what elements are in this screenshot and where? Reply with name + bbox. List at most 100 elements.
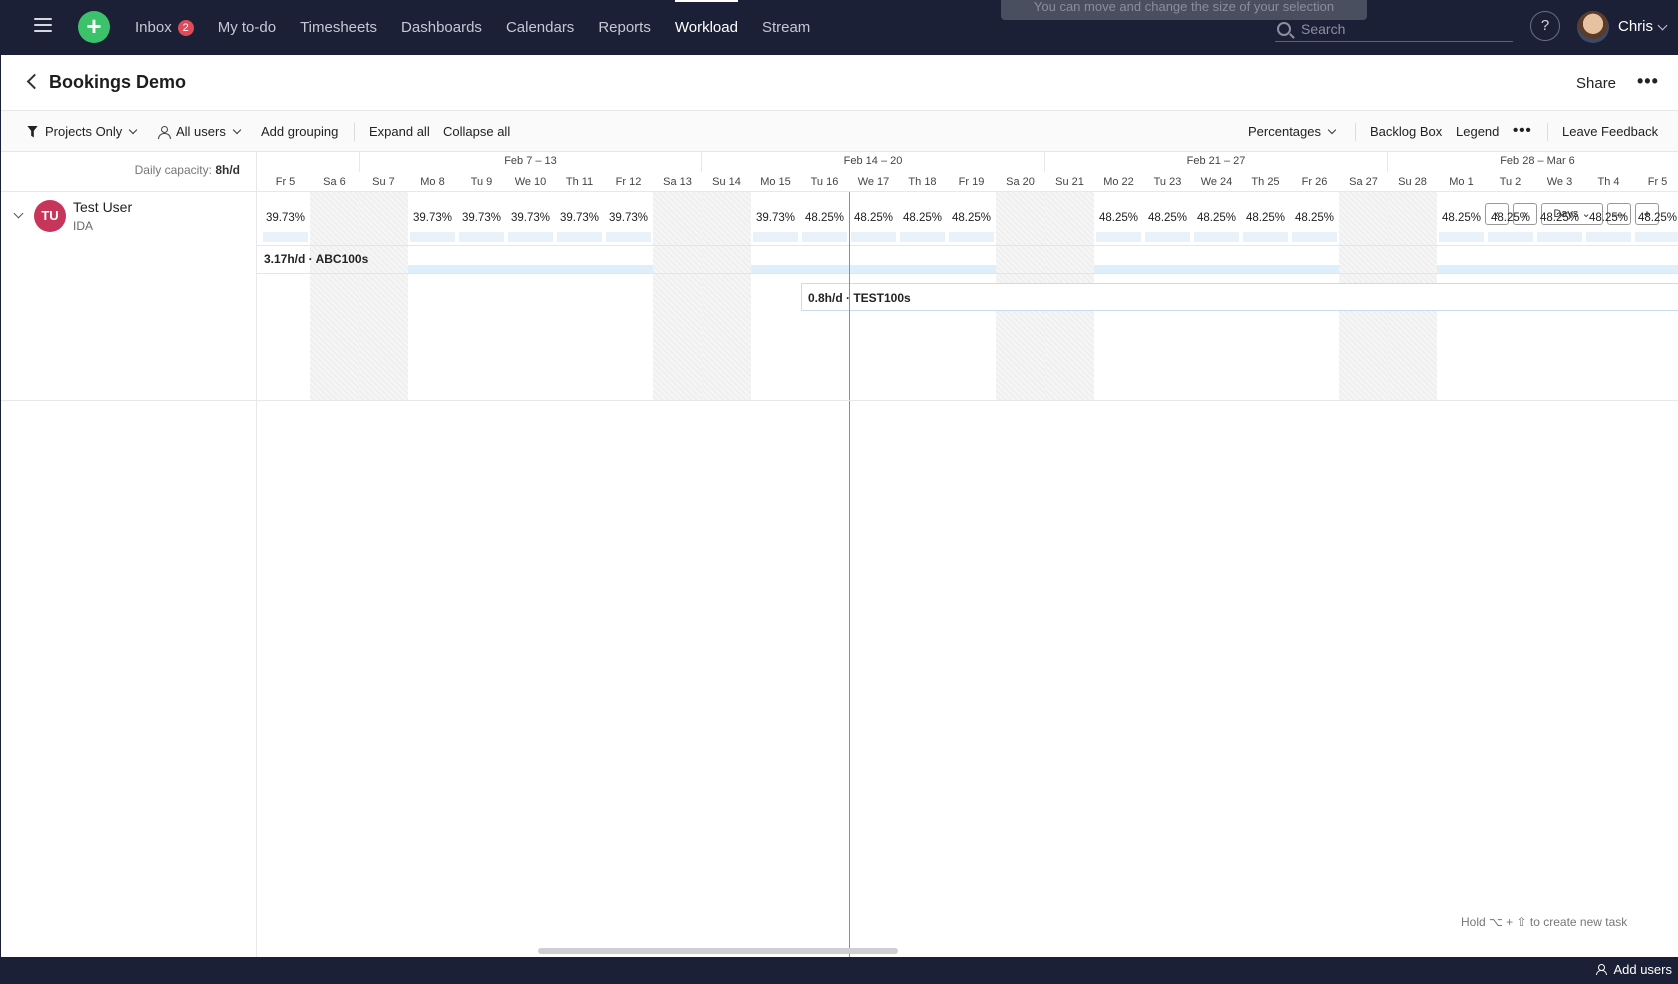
- week-header: Feb 14 – 20: [701, 152, 1044, 172]
- users-dropdown[interactable]: All users: [158, 124, 242, 139]
- help-button[interactable]: ?: [1530, 11, 1560, 41]
- create-new-button[interactable]: +: [78, 11, 110, 43]
- row-divider: [257, 245, 1678, 246]
- utilization-cell[interactable]: 48.25%: [800, 212, 849, 224]
- menu-icon[interactable]: [34, 18, 52, 32]
- search-box[interactable]: [1275, 16, 1513, 42]
- day-header: We 3: [1546, 176, 1573, 188]
- toolbar-more-icon[interactable]: •••: [1513, 123, 1532, 138]
- create-task-hint: Hold ⌥ + ⇧ to create new task: [1461, 915, 1628, 929]
- chevron-down-icon: [1327, 125, 1337, 134]
- backlog-box-button[interactable]: Backlog Box: [1370, 124, 1442, 139]
- resource-subtitle: IDA: [73, 219, 94, 233]
- legend-button[interactable]: Legend: [1456, 124, 1499, 139]
- capacity-bar: [1292, 232, 1337, 242]
- nav-workload[interactable]: Workload: [674, 0, 739, 55]
- add-users-button[interactable]: Add users: [1594, 962, 1672, 977]
- page-title: Bookings Demo: [49, 72, 187, 92]
- add-grouping-button[interactable]: Add grouping: [261, 124, 338, 139]
- day-header: Fr 12: [615, 176, 642, 188]
- day-header: We 17: [857, 176, 890, 188]
- allocation-bar[interactable]: [751, 265, 996, 273]
- week-header: Feb 28 – Mar 6: [1387, 152, 1678, 172]
- more-options-icon[interactable]: •••: [1637, 72, 1659, 90]
- filter-dropdown[interactable]: Projects Only: [27, 124, 138, 139]
- resource-name[interactable]: Test User: [73, 199, 132, 215]
- timeline-grid[interactable]: Feb 7 – 13 Feb 14 – 20 Feb 21 – 27 Feb 2…: [257, 152, 1678, 957]
- leave-feedback-button[interactable]: Leave Feedback: [1562, 124, 1658, 139]
- daily-capacity-label: Daily capacity:: [134, 163, 212, 177]
- nav-dashboards[interactable]: Dashboards: [401, 0, 482, 55]
- nav-inbox[interactable]: Inbox 2: [135, 0, 194, 55]
- capacity-bar: [1145, 232, 1190, 242]
- day-header: Mo 22: [1103, 176, 1134, 188]
- collapse-all-button[interactable]: Collapse all: [443, 124, 510, 139]
- utilization-cell[interactable]: 39.73%: [751, 212, 800, 224]
- nav-stream[interactable]: Stream: [762, 0, 810, 55]
- utilization-cell[interactable]: 48.25%: [1094, 212, 1143, 224]
- utilization-cell[interactable]: 39.73%: [261, 212, 310, 224]
- percentages-label: Percentages: [1248, 124, 1321, 139]
- header-divider: [257, 191, 1678, 192]
- day-header: Mo 1: [1449, 176, 1474, 188]
- expand-all-button[interactable]: Expand all: [369, 124, 430, 139]
- resource-row[interactable]: TU Test User IDA: [1, 192, 257, 246]
- workload-panel: Bookings Demo Share ••• Projects Only Al…: [1, 55, 1678, 957]
- task-allocation-label[interactable]: 3.17h/d · ABC100s: [264, 252, 368, 266]
- nav-timesheets[interactable]: Timesheets: [300, 0, 377, 55]
- utilization-cell[interactable]: 48.25%: [1633, 212, 1678, 224]
- filter-icon: [27, 125, 38, 138]
- toolbar-divider: [354, 123, 355, 141]
- weekend-column: [702, 192, 751, 400]
- day-header: Su 21: [1055, 176, 1084, 188]
- horizontal-scrollbar[interactable]: [538, 948, 898, 954]
- day-header: Su 28: [1398, 176, 1427, 188]
- allocation-bar[interactable]: [1437, 265, 1678, 273]
- utilization-cell[interactable]: 39.73%: [555, 212, 604, 224]
- utilization-cell[interactable]: 48.25%: [1535, 212, 1584, 224]
- search-input[interactable]: [1301, 20, 1501, 37]
- chevron-down-icon[interactable]: [1657, 20, 1668, 31]
- day-header: Su 14: [712, 176, 741, 188]
- capacity-bar: [900, 232, 945, 242]
- utilization-cell[interactable]: 39.73%: [604, 212, 653, 224]
- day-header: Th 4: [1597, 176, 1620, 188]
- day-header: Fr 5: [275, 176, 296, 188]
- task-allocation-bar[interactable]: 0.8h/d · TEST100s: [801, 283, 1678, 311]
- resource-column: Daily capacity: 8h/d TU Test User IDA: [1, 152, 257, 957]
- user-menu-name[interactable]: Chris: [1618, 18, 1653, 35]
- back-arrow-icon[interactable]: [26, 73, 43, 90]
- nav-calendars[interactable]: Calendars: [506, 0, 574, 55]
- weekend-column: [653, 192, 702, 400]
- day-header: Th 25: [1251, 176, 1280, 188]
- allocation-bar[interactable]: [408, 265, 653, 273]
- capacity-bar: [606, 232, 651, 242]
- utilization-cell[interactable]: 48.25%: [947, 212, 996, 224]
- today-marker: [849, 192, 850, 957]
- nav-reports[interactable]: Reports: [598, 0, 651, 55]
- capacity-bar: [1096, 232, 1141, 242]
- utilization-cell[interactable]: 48.25%: [1486, 212, 1535, 224]
- utilization-cell[interactable]: 48.25%: [1290, 212, 1339, 224]
- utilization-cell[interactable]: 48.25%: [1241, 212, 1290, 224]
- utilization-cell[interactable]: 48.25%: [1437, 212, 1486, 224]
- utilization-cell[interactable]: 48.25%: [898, 212, 947, 224]
- utilization-cell[interactable]: 48.25%: [1143, 212, 1192, 224]
- utilization-cell[interactable]: 39.73%: [408, 212, 457, 224]
- capacity-bar: [949, 232, 994, 242]
- user-icon: [158, 125, 171, 139]
- toolbar-divider: [1547, 123, 1548, 141]
- utilization-cell[interactable]: 48.25%: [849, 212, 898, 224]
- utilization-cell[interactable]: 48.25%: [1584, 212, 1633, 224]
- utilization-cell[interactable]: 39.73%: [506, 212, 555, 224]
- nav-my-todo[interactable]: My to-do: [218, 0, 276, 55]
- capacity-bar: [410, 232, 455, 242]
- allocation-bar[interactable]: [1094, 265, 1339, 273]
- utilization-cell[interactable]: 39.73%: [457, 212, 506, 224]
- chevron-down-icon[interactable]: [13, 208, 24, 219]
- share-button[interactable]: Share: [1576, 75, 1616, 92]
- utilization-cell[interactable]: 48.25%: [1192, 212, 1241, 224]
- weekend-column: [310, 192, 359, 400]
- percentages-dropdown[interactable]: Percentages: [1248, 124, 1337, 139]
- user-avatar[interactable]: [1577, 11, 1609, 43]
